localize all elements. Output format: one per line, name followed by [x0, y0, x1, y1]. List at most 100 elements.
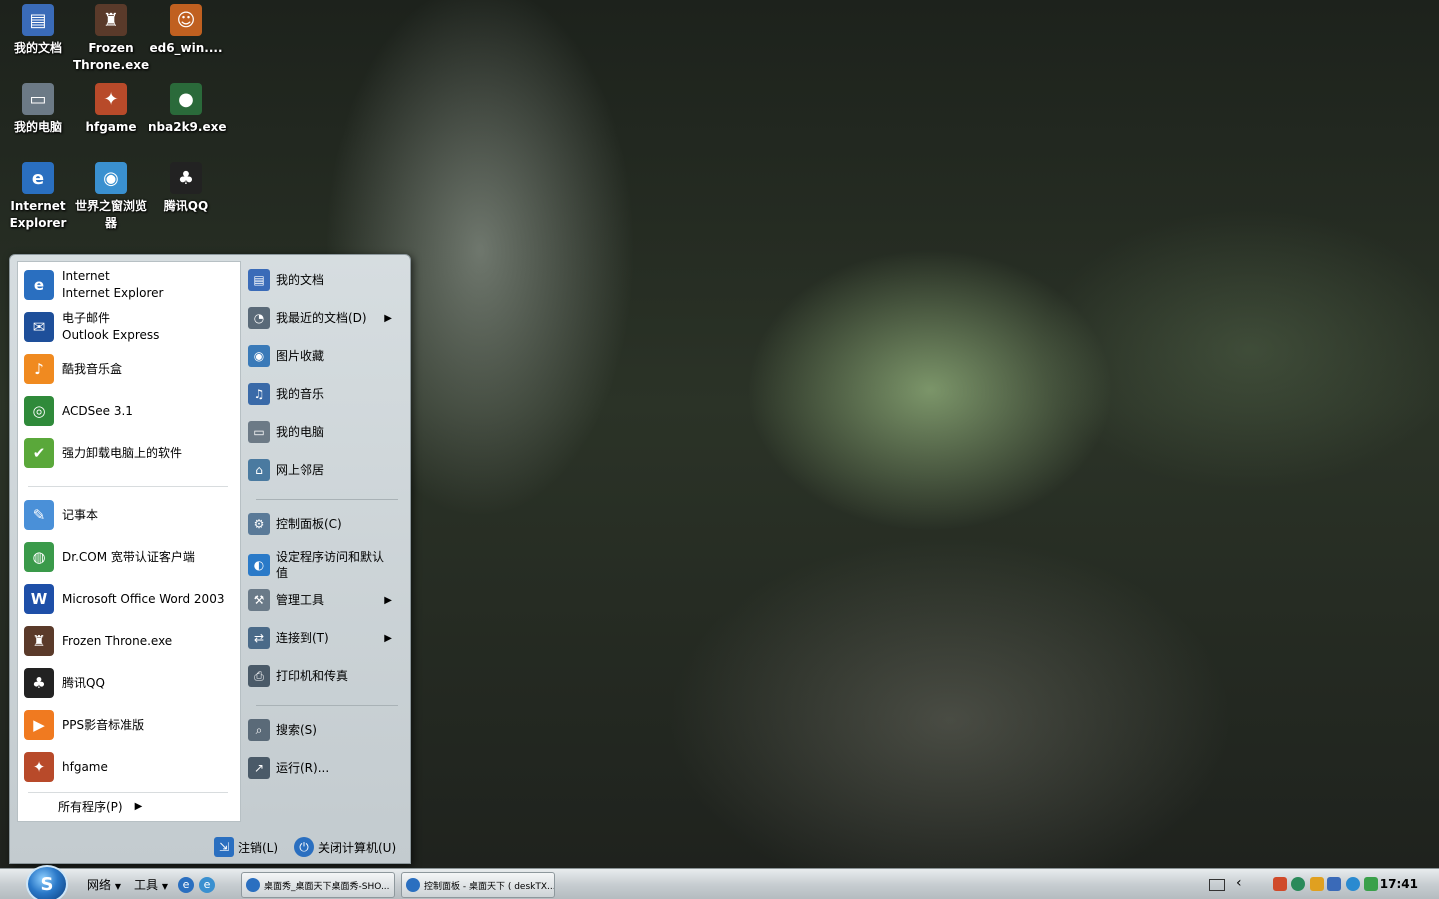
recent-label: Dr.COM 宽带认证客户端	[62, 549, 195, 564]
tray-network-icon[interactable]	[1327, 877, 1341, 891]
windows-logo-icon: S	[40, 873, 54, 895]
clock[interactable]: 17:41	[1380, 877, 1418, 891]
place-label: 打印机和传真	[276, 669, 349, 683]
tools-toolbar-button[interactable]: 工具 ▼	[134, 876, 168, 893]
desktop-icon-ed6[interactable]: ☺ ed6_win....	[148, 4, 224, 57]
menu-separator	[256, 705, 398, 706]
taskbar-window-button[interactable]: 桌面秀_桌面天下桌面秀-SHO...	[241, 872, 395, 898]
place-label: 网上邻居	[276, 463, 325, 477]
notepad-icon: ✎	[24, 500, 54, 530]
recent-label: 酷我音乐盒	[62, 361, 123, 376]
pinned-internet-explorer[interactable]: e Internet Internet Explorer	[24, 268, 236, 302]
my-music-icon: ♫	[248, 383, 270, 405]
taskbar-window-button[interactable]: 控制面板 - 桌面天下 ( deskTX...	[401, 872, 555, 898]
place-recent-documents[interactable]: ◔ 我最近的文档(D) ▶	[248, 307, 404, 329]
logoff-button[interactable]: ⇲ 注销(L)	[214, 837, 278, 857]
desktop-icon-label: ed6_win....	[149, 41, 223, 55]
recent-label: ACDSee 3.1	[62, 403, 133, 418]
network-label: 网络	[87, 878, 112, 892]
tray-expand-icon[interactable]: ‹	[1236, 875, 1242, 891]
chevron-down-icon: ▼	[114, 882, 121, 891]
outlook-express-icon: ✉	[24, 312, 54, 342]
desktop-icon-my-computer[interactable]: ▭ 我的电脑	[0, 83, 76, 136]
place-connect-to[interactable]: ⇄ 连接到(T) ▶	[248, 627, 404, 649]
recent-acdsee[interactable]: ◎ ACDSee 3.1	[24, 396, 236, 426]
qq-penguin-icon: ♣	[24, 668, 54, 698]
pinned-label: Internet	[62, 269, 110, 283]
desktop: ▤ 我的文档 ♜ Frozen Throne.exe ☺ ed6_win....…	[0, 0, 1439, 899]
kuwo-music-icon: ♪	[24, 354, 54, 384]
recent-documents-icon: ◔	[248, 307, 270, 329]
recent-uninstaller[interactable]: ✔ 强力卸载电脑上的软件	[24, 438, 236, 468]
desktop-icon-frozen-throne[interactable]: ♜ Frozen Throne.exe	[73, 4, 149, 74]
place-label: 我的电脑	[276, 425, 325, 439]
desktop-icon-label: Internet Explorer	[9, 199, 67, 230]
place-network-places[interactable]: ⌂ 网上邻居	[248, 459, 404, 481]
start-menu-programs-pane: e Internet Internet Explorer ✉ 电子邮件 Outl…	[17, 261, 241, 822]
shutdown-button[interactable]: ⏻ 关闭计算机(U)	[294, 837, 396, 857]
recent-drcom[interactable]: ◍ Dr.COM 宽带认证客户端	[24, 542, 236, 572]
network-toolbar-button[interactable]: 网络 ▼	[87, 876, 121, 893]
recent-label: hfgame	[62, 759, 108, 774]
pinned-outlook-express[interactable]: ✉ 电子邮件 Outlook Express	[24, 310, 236, 344]
arrow-right-icon: ▶	[134, 801, 143, 812]
internet-explorer-icon: e	[22, 162, 54, 194]
place-label: 图片收藏	[276, 349, 325, 363]
place-run[interactable]: ↗ 运行(R)...	[248, 757, 404, 779]
desktop-icon-internet-explorer[interactable]: e Internet Explorer	[0, 162, 76, 232]
desktop-icon-qq[interactable]: ♣ 腾讯QQ	[148, 162, 224, 215]
tray-app-icon[interactable]	[1273, 877, 1287, 891]
my-documents-icon: ▤	[22, 4, 54, 36]
recent-hfgame[interactable]: ✦ hfgame	[24, 752, 236, 782]
keyboard-icon[interactable]	[1209, 879, 1225, 891]
place-my-music[interactable]: ♫ 我的音乐	[248, 383, 404, 405]
start-menu: e Internet Internet Explorer ✉ 电子邮件 Outl…	[9, 254, 411, 864]
place-label: 我的音乐	[276, 387, 325, 401]
menu-separator	[256, 499, 398, 500]
pinned-label: 电子邮件	[62, 311, 111, 325]
tray-app-icon[interactable]	[1364, 877, 1378, 891]
word-icon: W	[24, 584, 54, 614]
frozen-throne-icon: ♜	[95, 4, 127, 36]
recent-frozen-throne[interactable]: ♜ Frozen Throne.exe	[24, 626, 236, 656]
desktop-icon-hfgame[interactable]: ✦ hfgame	[73, 83, 149, 136]
desktop-icon-theworld[interactable]: ◉ 世界之窗浏览器	[73, 162, 149, 232]
recent-pps[interactable]: ▶ PPS影音标准版	[24, 710, 236, 740]
recent-kuwo-music[interactable]: ♪ 酷我音乐盒	[24, 354, 236, 384]
place-admin-tools[interactable]: ⚒ 管理工具 ▶	[248, 589, 404, 611]
place-control-panel[interactable]: ⚙ 控制面板(C)	[248, 513, 404, 535]
tray-app-icon[interactable]	[1346, 877, 1360, 891]
recent-qq[interactable]: ♣ 腾讯QQ	[24, 668, 236, 698]
quicklaunch-browser-icon[interactable]: e	[199, 877, 215, 893]
pinned-sublabel: Outlook Express	[62, 328, 160, 342]
start-menu-footer: ⇲ 注销(L) ⏻ 关闭计算机(U)	[10, 830, 410, 863]
ed6-game-icon: ☺	[170, 4, 202, 36]
all-programs-button[interactable]: 所有程序(P) ▶	[58, 798, 142, 815]
nba2k9-icon: ●	[170, 83, 202, 115]
desktop-icon-my-documents[interactable]: ▤ 我的文档	[0, 4, 76, 57]
place-my-pictures[interactable]: ◉ 图片收藏	[248, 345, 404, 367]
desktop-icon-label: Frozen Throne.exe	[73, 41, 150, 72]
recent-label: 强力卸载电脑上的软件	[62, 445, 183, 460]
hfgame-icon: ✦	[24, 752, 54, 782]
tray-network-icon[interactable]	[1291, 877, 1305, 891]
place-my-documents[interactable]: ▤ 我的文档	[248, 269, 404, 291]
place-label: 我最近的文档(D)	[276, 311, 367, 325]
place-program-defaults[interactable]: ◐ 设定程序访问和默认值	[248, 549, 404, 581]
frozen-throne-icon: ♜	[24, 626, 54, 656]
recent-notepad[interactable]: ✎ 记事本	[24, 500, 236, 530]
ie-window-icon	[406, 878, 420, 892]
recent-label: PPS影音标准版	[62, 717, 145, 732]
start-button[interactable]: S	[26, 865, 68, 899]
place-printers-faxes[interactable]: ⎙ 打印机和传真	[248, 665, 404, 687]
quicklaunch-ie-icon[interactable]: e	[178, 877, 194, 893]
start-menu-places-pane: ▤ 我的文档 ◔ 我最近的文档(D) ▶ ◉ 图片收藏 ♫ 我的音乐 ▭ 我的电…	[246, 261, 406, 826]
place-search[interactable]: ⌕ 搜索(S)	[248, 719, 404, 741]
place-my-computer[interactable]: ▭ 我的电脑	[248, 421, 404, 443]
tray-app-icon[interactable]	[1310, 877, 1324, 891]
arrow-right-icon: ▶	[384, 594, 392, 606]
my-computer-icon: ▭	[22, 83, 54, 115]
desktop-icon-nba2k9[interactable]: ● nba2k9.exe	[148, 83, 227, 136]
hfgame-icon: ✦	[95, 83, 127, 115]
recent-word[interactable]: W Microsoft Office Word 2003	[24, 584, 236, 614]
